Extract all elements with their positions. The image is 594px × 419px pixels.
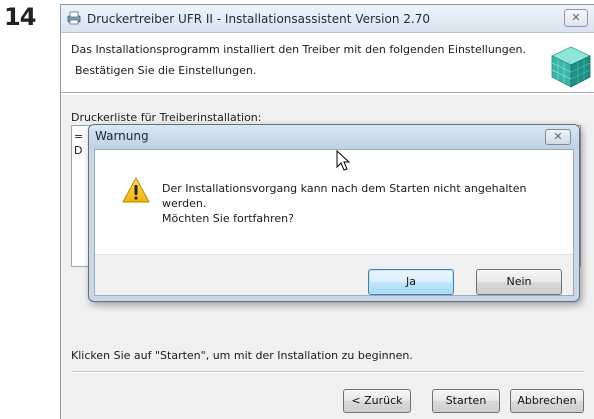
warning-dialog-body: Der Installationsvorgang kann nach dem S… xyxy=(94,149,574,296)
installer-close-button[interactable]: ✕ xyxy=(564,9,588,27)
step-number: 14 xyxy=(4,3,36,31)
printer-app-icon xyxy=(67,11,81,25)
warning-dialog-title: Warnung xyxy=(95,129,149,143)
warning-dialog-content: Der Installationsvorgang kann nach dem S… xyxy=(95,150,573,254)
warning-dialog-footer: Ja Nein xyxy=(95,254,573,295)
warning-question: Möchten Sie fortfahren? xyxy=(162,212,294,225)
installer-title: Druckertreiber UFR II - Installationsass… xyxy=(87,12,430,26)
printer-list-item[interactable]: = xyxy=(74,130,83,143)
cancel-button[interactable]: Abbrechen xyxy=(510,389,584,413)
mouse-pointer-icon xyxy=(336,150,351,171)
header-separator xyxy=(61,92,594,94)
warning-dialog-close-button[interactable]: ✕ xyxy=(545,129,571,145)
footer-separator xyxy=(71,371,584,373)
no-button[interactable]: Nein xyxy=(476,269,562,295)
warning-icon xyxy=(122,177,150,203)
warning-message-line: werden. xyxy=(162,197,207,210)
printer-list-label: Druckerliste für Treiberinstallation: xyxy=(71,111,262,124)
warning-message-line: Der Installationsvorgang kann nach dem S… xyxy=(162,182,527,195)
header-description: Das Installationsprogramm installiert de… xyxy=(71,43,526,56)
warning-dialog-titlebar[interactable]: Warnung ✕ xyxy=(89,125,579,149)
installer-titlebar[interactable]: Druckertreiber UFR II - Installationsass… xyxy=(61,5,594,33)
installer-header: Das Installationsprogramm installiert de… xyxy=(61,34,594,92)
back-button[interactable]: < Zurück xyxy=(343,389,411,413)
printer-list-item[interactable]: D xyxy=(74,144,82,157)
yes-button[interactable]: Ja xyxy=(368,269,454,295)
start-button[interactable]: Starten xyxy=(432,389,500,413)
start-hint-text: Klicken Sie auf "Starten", um mit der In… xyxy=(71,349,413,362)
header-instruction: Bestätigen Sie die Einstellungen. xyxy=(75,64,257,77)
warning-dialog: Warnung ✕ Der Installationsvorgang kann … xyxy=(88,124,580,302)
installer-cube-icon xyxy=(551,46,591,88)
